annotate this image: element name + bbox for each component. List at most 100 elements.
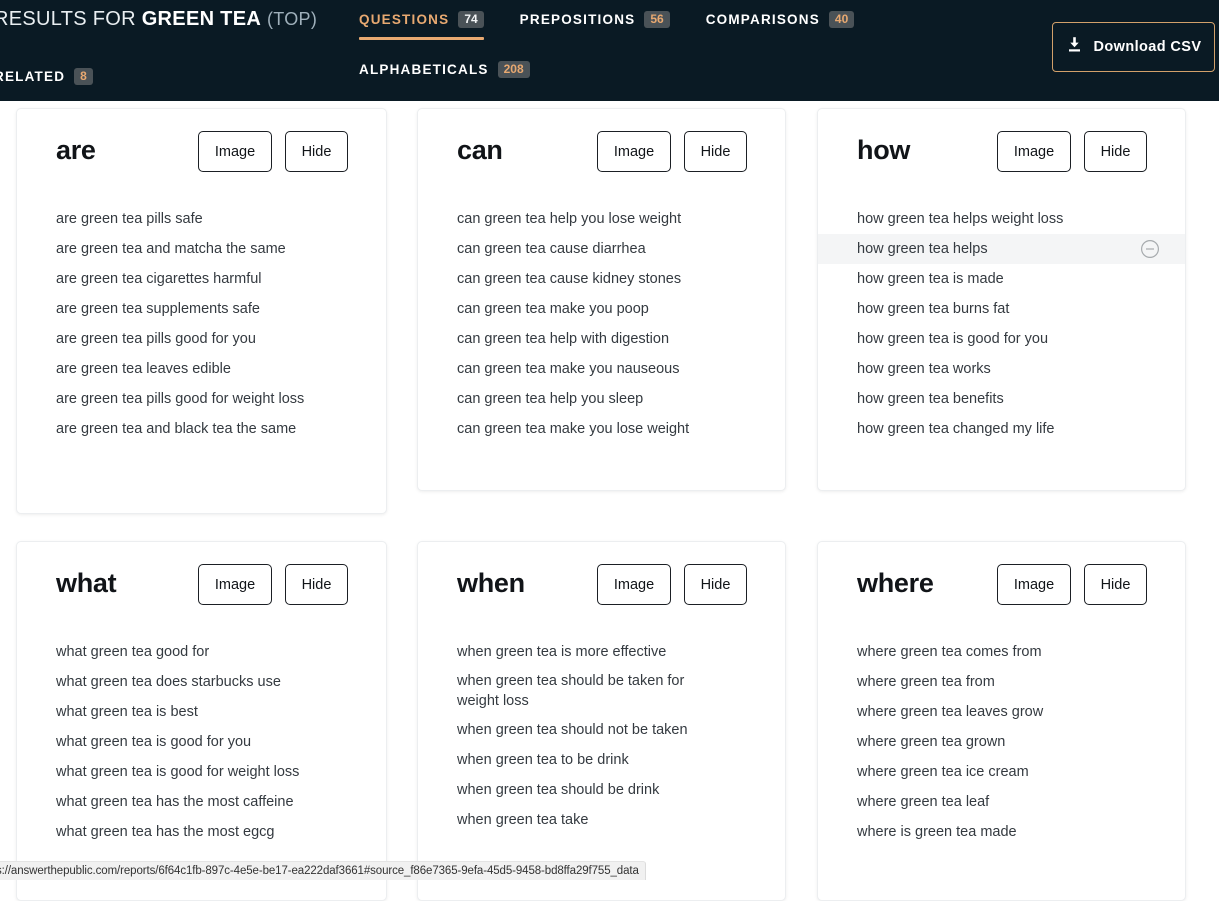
keyword-text: when green tea should be drink xyxy=(457,780,659,800)
tab-comparisons-label: COMPARISONS xyxy=(706,12,820,27)
list-item[interactable]: where green tea from xyxy=(818,667,1185,697)
list-item[interactable]: when green tea take xyxy=(418,805,785,835)
hide-button-can[interactable]: Hide xyxy=(684,131,747,172)
list-item[interactable]: what green tea is good for you xyxy=(17,727,386,757)
results-grid: are Image Hide are green tea pills safe … xyxy=(0,101,1219,880)
list-item[interactable]: are green tea leaves edible xyxy=(17,354,386,384)
keyword-text: when green tea take xyxy=(457,810,588,830)
list-item[interactable]: how green tea helps weight loss xyxy=(818,204,1185,234)
card-header: can Image Hide xyxy=(418,109,785,204)
image-button-when[interactable]: Image xyxy=(597,564,671,605)
list-item[interactable]: how green tea burns fat xyxy=(818,294,1185,324)
list-item[interactable]: can green tea help with digestion xyxy=(418,324,785,354)
tab-related[interactable]: RELATED 8 xyxy=(0,68,93,85)
list-item[interactable]: how green tea works xyxy=(818,354,1185,384)
image-button-how[interactable]: Image xyxy=(997,131,1071,172)
list-item[interactable]: can green tea cause diarrhea xyxy=(418,234,785,264)
list-item[interactable]: are green tea supplements safe xyxy=(17,294,386,324)
list-item[interactable]: where green tea leaves grow xyxy=(818,697,1185,727)
tab-questions-label: QUESTIONS xyxy=(359,12,449,27)
image-button-are[interactable]: Image xyxy=(198,131,272,172)
list-item[interactable]: are green tea and matcha the same xyxy=(17,234,386,264)
tab-prepositions-badge: 56 xyxy=(644,11,669,28)
list-item[interactable]: how green tea is made xyxy=(818,264,1185,294)
tab-prepositions[interactable]: PREPOSITIONS 56 xyxy=(520,4,670,34)
card-actions: Image Hide xyxy=(597,564,747,605)
list-item[interactable]: are green tea pills safe xyxy=(17,204,386,234)
card-header: what Image Hide xyxy=(17,542,386,637)
list-item[interactable]: what green tea good for xyxy=(17,637,386,667)
list-item[interactable]: are green tea cigarettes harmful xyxy=(17,264,386,294)
list-item[interactable]: can green tea make you lose weight xyxy=(418,414,785,444)
image-button-can[interactable]: Image xyxy=(597,131,671,172)
list-item[interactable]: can green tea cause kidney stones xyxy=(418,264,785,294)
list-item[interactable]: when green tea should be drink xyxy=(418,775,785,805)
keyword-text: are green tea and black tea the same xyxy=(56,419,296,439)
image-button-where[interactable]: Image xyxy=(997,564,1071,605)
keyword-list-can: can green tea help you lose weight can g… xyxy=(418,204,785,456)
tab-bar: QUESTIONS 74 PREPOSITIONS 56 COMPARISONS… xyxy=(359,0,1039,101)
app-header: RESULTS FOR GREEN TEA (TOP) QUESTIONS 74… xyxy=(0,0,1219,101)
card-title-when: when xyxy=(457,568,525,599)
list-item[interactable]: what green tea is good for weight loss xyxy=(17,757,386,787)
list-item[interactable]: when green tea to be drink xyxy=(418,745,785,775)
keyword-text: when green tea should be taken for weigh… xyxy=(457,671,712,711)
list-item[interactable]: what green tea is best xyxy=(17,697,386,727)
list-item[interactable]: are green tea and black tea the same xyxy=(17,414,386,444)
card-actions: Image Hide xyxy=(198,131,348,172)
tab-alphabeticals-badge: 208 xyxy=(498,61,530,78)
card-header: when Image Hide xyxy=(418,542,785,637)
list-item[interactable]: how green tea is good for you xyxy=(818,324,1185,354)
tab-alphabeticals[interactable]: ALPHABETICALS 208 xyxy=(359,55,530,85)
keyword-text: what green tea has the most egcg xyxy=(56,822,274,842)
hide-button-when[interactable]: Hide xyxy=(684,564,747,605)
keyword-list-what: what green tea good for what green tea d… xyxy=(17,637,386,859)
hide-button-how[interactable]: Hide xyxy=(1084,131,1147,172)
keyword-text: where green tea ice cream xyxy=(857,762,1029,782)
list-item[interactable]: can green tea make you poop xyxy=(418,294,785,324)
list-item[interactable]: are green tea pills good for weight loss xyxy=(17,384,386,414)
tab-comparisons[interactable]: COMPARISONS 40 xyxy=(706,4,855,34)
keyword-card-where: where Image Hide where green tea comes f… xyxy=(817,541,1186,901)
keyword-text: when green tea is more effective xyxy=(457,642,666,662)
card-title-are: are xyxy=(56,135,96,166)
card-title-what: what xyxy=(56,568,116,599)
keyword-list-how: how green tea helps weight loss how gree… xyxy=(818,204,1185,456)
keyword-text: what green tea does starbucks use xyxy=(56,672,281,692)
list-item-hovered[interactable]: how green tea helps xyxy=(818,234,1185,264)
download-csv-button[interactable]: Download CSV xyxy=(1052,22,1215,72)
image-button-what[interactable]: Image xyxy=(198,564,272,605)
list-item[interactable]: when green tea is more effective xyxy=(418,637,785,667)
list-item[interactable]: can green tea make you nauseous xyxy=(418,354,785,384)
list-item[interactable]: where green tea grown xyxy=(818,727,1185,757)
remove-circle-icon[interactable] xyxy=(1140,239,1160,259)
page-title-prefix: RESULTS FOR xyxy=(0,8,136,30)
download-icon xyxy=(1066,36,1083,58)
list-item[interactable]: what green tea has the most egcg xyxy=(17,817,386,847)
list-item[interactable]: how green tea benefits xyxy=(818,384,1185,414)
keyword-text: how green tea is good for you xyxy=(857,329,1048,349)
list-item[interactable]: when green tea should be taken for weigh… xyxy=(418,667,785,715)
list-item[interactable]: where green tea ice cream xyxy=(818,757,1185,787)
tab-prepositions-label: PREPOSITIONS xyxy=(520,12,636,27)
keyword-text: can green tea make you nauseous xyxy=(457,359,679,379)
keyword-text: what green tea is good for you xyxy=(56,732,251,752)
keyword-text: what green tea good for xyxy=(56,642,209,662)
list-item[interactable]: what green tea has the most caffeine xyxy=(17,787,386,817)
list-item[interactable]: how green tea changed my life xyxy=(818,414,1185,444)
list-item[interactable]: when green tea should not be taken xyxy=(418,715,785,745)
hide-button-are[interactable]: Hide xyxy=(285,131,348,172)
list-item[interactable]: where green tea comes from xyxy=(818,637,1185,667)
keyword-text: when green tea should not be taken xyxy=(457,720,688,740)
keyword-text: where green tea from xyxy=(857,672,995,692)
list-item[interactable]: can green tea help you lose weight xyxy=(418,204,785,234)
keyword-text: where green tea comes from xyxy=(857,642,1042,662)
list-item[interactable]: where green tea leaf xyxy=(818,787,1185,817)
list-item[interactable]: can green tea help you sleep xyxy=(418,384,785,414)
list-item[interactable]: are green tea pills good for you xyxy=(17,324,386,354)
hide-button-what[interactable]: Hide xyxy=(285,564,348,605)
list-item[interactable]: what green tea does starbucks use xyxy=(17,667,386,697)
hide-button-where[interactable]: Hide xyxy=(1084,564,1147,605)
tab-questions[interactable]: QUESTIONS 74 xyxy=(359,4,484,34)
list-item[interactable]: where is green tea made xyxy=(818,817,1185,847)
